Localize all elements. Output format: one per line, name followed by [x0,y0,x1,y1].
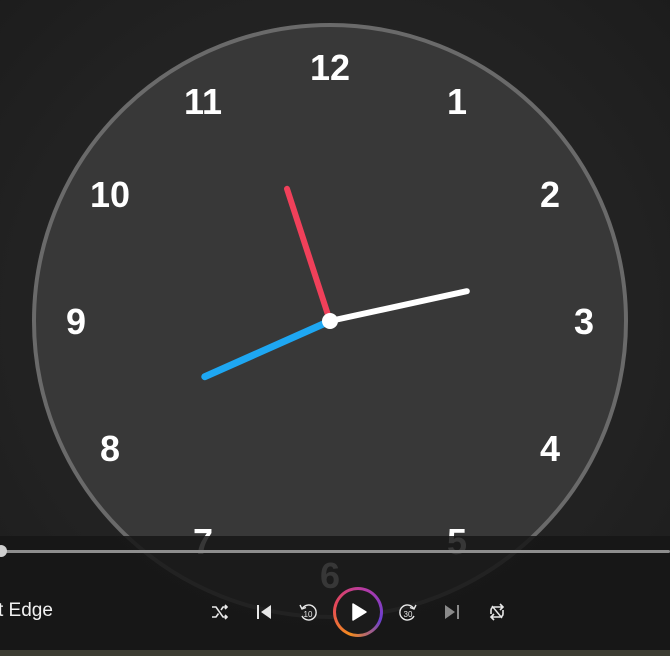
media-title: t Edge [0,600,53,621]
repeat-button[interactable] [477,586,517,638]
next-track-button[interactable] [432,586,472,638]
playback-controls: 10 30 [200,586,520,638]
clock-center-dot [322,313,338,329]
repeat-icon [489,603,505,621]
shuffle-button[interactable] [200,586,240,638]
clock-numeral: 12 [310,47,350,88]
clock-numeral: 10 [90,174,130,215]
play-icon [352,603,367,621]
seek-bar[interactable] [0,550,670,553]
window-bottom-edge [0,650,670,656]
forward-seconds-label: 30 [404,610,413,619]
clock-numeral: 8 [100,428,120,469]
forward-button[interactable]: 30 [388,586,428,638]
clock-numeral: 1 [447,81,467,122]
rewind-seconds-label: 10 [304,610,313,619]
previous-track-icon [257,605,271,619]
previous-track-button[interactable] [244,586,284,638]
rewind-button[interactable]: 10 [288,586,328,638]
clock-numeral: 4 [540,428,560,469]
rewind-icon: 10 [299,604,317,621]
shuffle-icon [212,604,229,620]
forward-icon: 30 [399,604,417,621]
play-button[interactable] [333,587,383,637]
clock-numeral: 3 [574,301,594,342]
clock-numeral: 2 [540,174,560,215]
clock-numeral: 9 [66,301,86,342]
next-track-icon [445,605,459,619]
clock-numeral: 11 [184,81,222,122]
